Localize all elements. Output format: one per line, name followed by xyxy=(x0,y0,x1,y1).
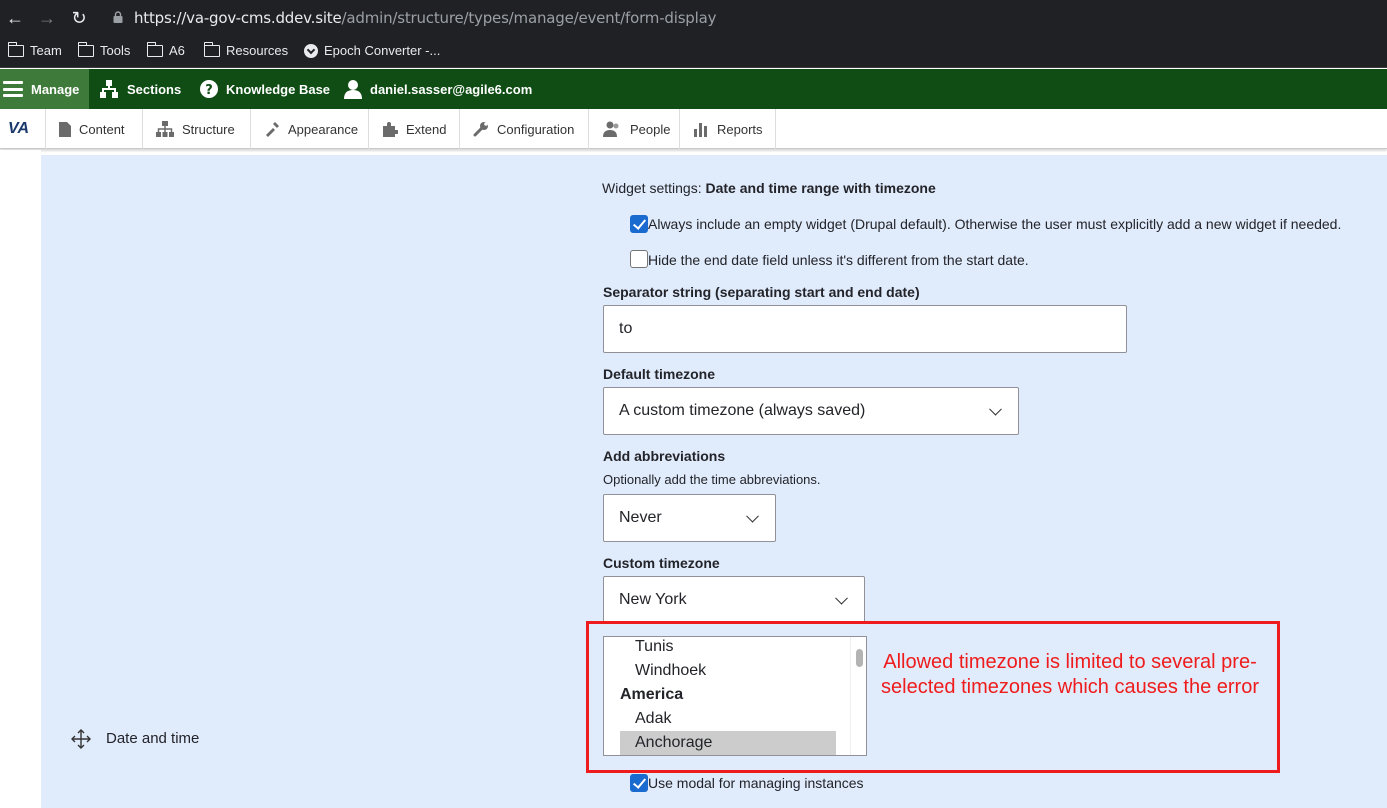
svg-text:?: ? xyxy=(205,83,213,98)
chevron-down-icon xyxy=(835,591,848,605)
bookmark-resources[interactable]: Resources xyxy=(203,41,288,58)
wrench-icon xyxy=(473,122,488,137)
toolbar-sections[interactable]: Sections xyxy=(99,69,181,109)
back-icon[interactable]: ← xyxy=(5,8,25,28)
separator-input[interactable]: to xyxy=(603,305,1127,353)
widget-settings-title: Widget settings: Date and time range wit… xyxy=(602,180,936,196)
custom-timezone-select[interactable]: New York xyxy=(603,576,865,624)
menu-icon xyxy=(3,81,23,97)
toolbar-manage[interactable]: Manage xyxy=(0,69,89,109)
toolbar-knowledge-base[interactable]: ? Knowledge Base xyxy=(200,69,330,109)
admin-tray: VA Content Structure Appearance Extend C… xyxy=(0,109,1387,149)
chevron-down-icon xyxy=(989,402,1002,416)
custom-timezone-label: Custom timezone xyxy=(603,555,720,571)
structure-icon xyxy=(156,121,174,137)
tray-people[interactable]: People xyxy=(588,109,679,149)
chevron-down-icon xyxy=(746,509,759,523)
va-logo[interactable]: VA xyxy=(8,120,29,138)
puzzle-icon xyxy=(383,122,398,137)
abbreviations-label: Add abbreviations xyxy=(603,448,726,464)
tray-content[interactable]: Content xyxy=(45,109,142,149)
drag-handle-icon[interactable] xyxy=(71,729,91,749)
folder-icon xyxy=(146,41,163,57)
help-icon: ? xyxy=(200,80,218,98)
reload-icon[interactable]: ↻ xyxy=(69,8,89,28)
lock-icon xyxy=(113,11,123,23)
bookmark-a6[interactable]: A6 xyxy=(146,41,185,58)
folder-icon xyxy=(203,41,220,57)
admin-toolbar: Manage Sections ? Knowledge Base daniel.… xyxy=(0,69,1387,109)
bookmark-epoch-converter[interactable]: Epoch Converter -... xyxy=(304,43,440,58)
user-icon xyxy=(344,80,362,99)
hide-end-date-checkbox[interactable] xyxy=(630,250,648,268)
annotation-text: Allowed timezone is limited to several p… xyxy=(881,651,1259,698)
use-modal-label: Use modal for managing instances xyxy=(648,775,864,791)
folder-icon xyxy=(7,41,24,57)
folder-icon xyxy=(77,41,94,57)
default-timezone-select[interactable]: A custom timezone (always saved) xyxy=(603,387,1019,435)
tray-configuration[interactable]: Configuration xyxy=(459,109,588,149)
paintbrush-icon xyxy=(266,122,279,137)
empty-widget-label: Always include an empty widget (Drupal d… xyxy=(648,216,1342,232)
default-timezone-label: Default timezone xyxy=(603,366,716,382)
sitemap-icon xyxy=(100,80,118,98)
tray-extend[interactable]: Extend xyxy=(368,109,459,149)
clock-icon xyxy=(304,43,318,58)
bookmarks-bar: Team Tools A6 Resources Epoch Converter … xyxy=(0,36,1387,68)
separator-label: Separator string (separating start and e… xyxy=(603,284,920,300)
people-icon xyxy=(603,121,619,137)
url-field[interactable]: https://va-gov-cms.ddev.site/admin/struc… xyxy=(134,9,716,27)
forward-icon[interactable]: → xyxy=(37,8,57,28)
browser-address-bar: ← → ↻ https://va-gov-cms.ddev.site/admin… xyxy=(0,0,1387,36)
empty-widget-checkbox[interactable] xyxy=(630,215,648,233)
left-margin xyxy=(0,150,41,808)
abbreviations-select[interactable]: Never xyxy=(603,494,776,542)
use-modal-checkbox[interactable] xyxy=(630,774,648,792)
toolbar-user[interactable]: daniel.sasser@agile6.com xyxy=(344,69,532,109)
hide-end-date-label: Hide the end date field unless it's diff… xyxy=(648,252,1029,268)
tray-reports[interactable]: Reports xyxy=(679,109,776,149)
abbreviations-description: Optionally add the time abbreviations. xyxy=(603,472,821,487)
tray-appearance[interactable]: Appearance xyxy=(250,109,368,149)
bar-chart-icon xyxy=(694,123,707,137)
tray-structure[interactable]: Structure xyxy=(142,109,250,149)
bookmark-team[interactable]: Team xyxy=(7,41,62,58)
bookmark-tools[interactable]: Tools xyxy=(77,41,130,58)
file-icon xyxy=(59,121,71,137)
field-row-label: Date and time xyxy=(106,730,200,747)
